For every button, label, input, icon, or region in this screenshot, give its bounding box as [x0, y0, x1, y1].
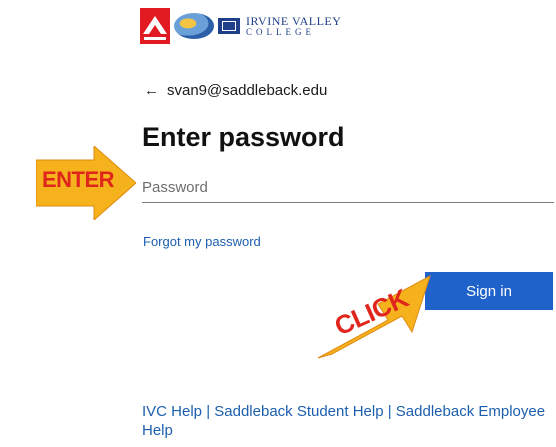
- back-arrow-icon[interactable]: ←: [144, 82, 159, 99]
- sign-in-button[interactable]: Sign in: [425, 272, 553, 310]
- sign-in-page: IRVINE VALLEY COLLEGE ← svan9@saddleback…: [0, 0, 556, 447]
- ivc-logo-line2: COLLEGE: [246, 27, 315, 37]
- help-footer: IVC Help | Saddleback Student Help | Sad…: [142, 402, 552, 440]
- account-email: svan9@saddleback.edu: [167, 82, 328, 99]
- ivc-logo-line1: IRVINE VALLEY: [246, 14, 342, 28]
- college-logos: IRVINE VALLEY COLLEGE: [140, 8, 341, 44]
- forgot-password-link[interactable]: Forgot my password: [143, 234, 261, 249]
- saddleback-student-help-link[interactable]: Saddleback Student Help: [214, 403, 383, 420]
- password-field[interactable]: [142, 172, 554, 203]
- saddleback-logo: [140, 8, 170, 44]
- footer-separator: |: [383, 403, 396, 420]
- page-title: Enter password: [142, 122, 345, 152]
- ivc-logo-text: IRVINE VALLEY COLLEGE: [246, 15, 341, 37]
- enter-annotation-label: ENTER: [42, 167, 115, 192]
- ivc-logo-mark: [218, 18, 240, 34]
- account-identity: ← svan9@saddleback.edu: [144, 82, 327, 99]
- footer-separator: |: [202, 403, 215, 420]
- district-logo: [174, 13, 214, 39]
- ivc-help-link[interactable]: IVC Help: [142, 403, 202, 420]
